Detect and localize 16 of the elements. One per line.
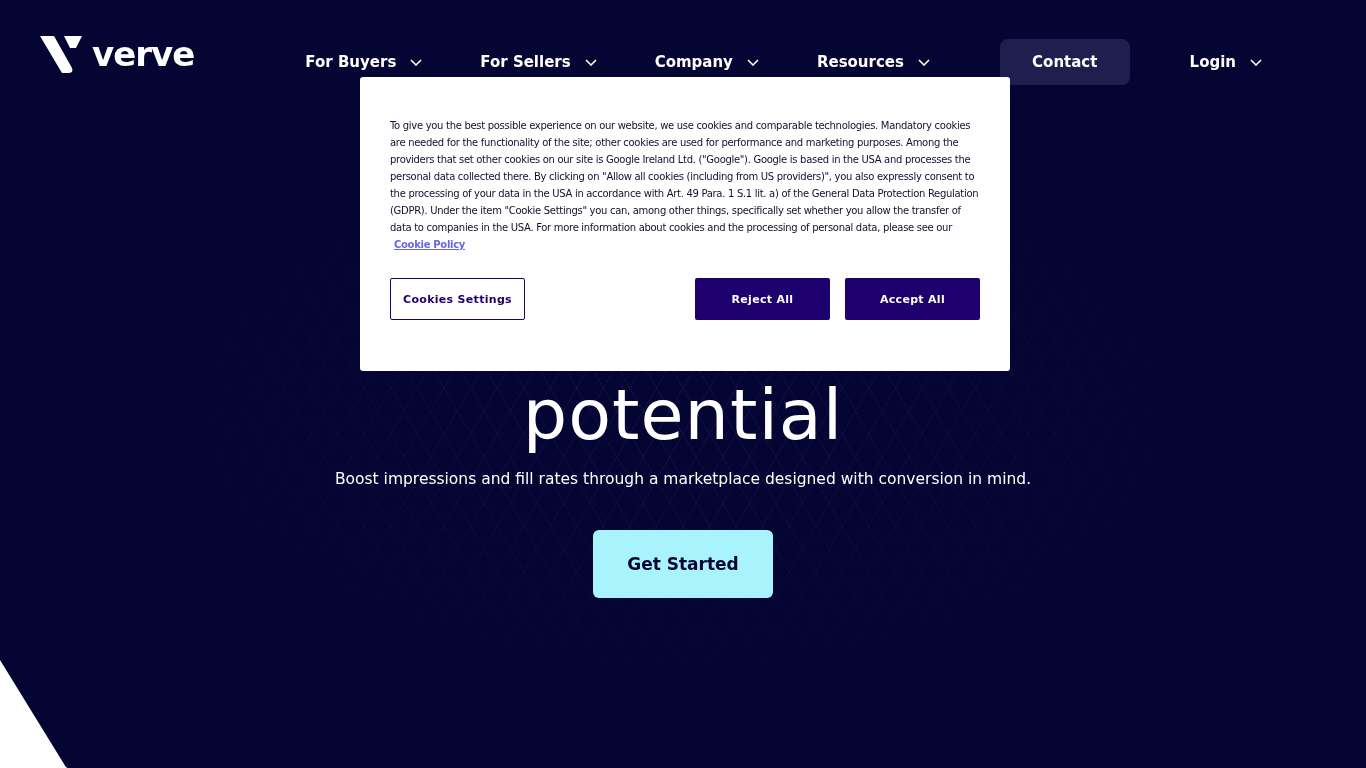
nav-link[interactable]: Login xyxy=(1189,53,1262,71)
nav-link[interactable]: Company xyxy=(654,53,759,71)
cookie-notice-text: To give you the best possible experience on our website, we use cookies and comparable technologies. Mandatory cookies are needed for the functionality of the site; other cookies are used for performance and marketing purposes. Among the providers that set other cookies on our site is Google Ireland Ltd. ("Google"). Google is based in the USA and processes the personal data collected there. By clicking on "Allow all cookies (including from US providers)", you also expressly consent to the processing of your data in the USA in accordance with Art. 49 Para. 1 S.1 lit. a) of the General Data Protection Regulation (GDPR). Under the item "Cookie Settings" you can, among other things, specifically set whether you allow the transfer of data to companies in the USA. For more information about cookies and the processing of personal data, please see our Cookie Policy xyxy=(390,119,980,252)
nav-link[interactable]: For Sellers xyxy=(480,53,597,71)
nav-link[interactable]: Resources xyxy=(816,53,930,71)
logo-wordmark[interactable]: verve xyxy=(92,34,195,74)
cookie-policy-link[interactable]: Cookie Policy xyxy=(394,239,466,250)
nav-link[interactable]: For Buyers xyxy=(305,53,423,71)
get-started-button[interactable]: Get Started xyxy=(593,530,773,598)
cookie-button[interactable]: Reject All xyxy=(695,278,830,320)
contact-button[interactable]: Contact xyxy=(999,39,1130,85)
cookie-button[interactable]: Cookies Settings xyxy=(390,278,525,320)
hero-subtitle: Boost impressions and fill rates through a marketplace designed with conversion in mind. xyxy=(334,470,1032,488)
logo-mark-icon xyxy=(38,35,84,73)
cookie-button[interactable]: Accept All xyxy=(845,278,980,320)
hero-headline: potential xyxy=(522,374,844,456)
